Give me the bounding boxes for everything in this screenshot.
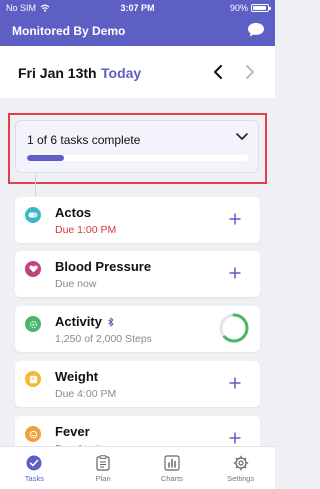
thermometer-icon xyxy=(25,426,41,442)
highlight-box xyxy=(8,113,267,184)
chevron-left-icon xyxy=(214,65,222,79)
tab-label: Tasks xyxy=(24,474,44,483)
bluetooth-icon xyxy=(108,317,114,326)
task-card-actos[interactable]: Actos Due 1:00 PM xyxy=(15,197,260,243)
tab-label: Settings xyxy=(227,474,255,483)
tab-label: Charts xyxy=(160,474,183,483)
page-title: Monitored By Demo xyxy=(12,24,126,38)
tab-plan[interactable]: Plan xyxy=(69,447,138,489)
task-name: Actos xyxy=(55,205,92,220)
task-name: Fever xyxy=(55,424,90,439)
plus-icon xyxy=(229,267,241,279)
current-date: Fri Jan 13th xyxy=(18,65,97,81)
next-day-button[interactable] xyxy=(240,61,260,83)
bar-chart-icon xyxy=(164,455,180,471)
add-task-button[interactable] xyxy=(224,372,246,394)
check-circle-icon xyxy=(26,455,42,471)
today-button[interactable]: Today xyxy=(101,65,141,81)
previous-day-button[interactable] xyxy=(208,61,228,83)
task-card-weight[interactable]: Weight Due 4:00 PM xyxy=(15,361,260,407)
activity-progress-ring xyxy=(219,313,249,343)
task-name: Activity xyxy=(55,314,114,329)
battery-icon xyxy=(251,4,271,12)
task-name: Blood Pressure xyxy=(55,259,152,274)
timeline-connector xyxy=(35,173,36,197)
chevron-right-icon xyxy=(246,65,254,79)
plus-icon xyxy=(229,213,241,225)
tab-charts[interactable]: Charts xyxy=(138,447,207,489)
status-bar: No SIM 3:07 PM 90% xyxy=(0,0,275,16)
scale-icon xyxy=(25,371,41,387)
plus-icon xyxy=(229,377,241,389)
task-name: Weight xyxy=(55,369,99,384)
app-header: No SIM 3:07 PM 90% Monitored By Demo xyxy=(0,0,275,46)
tab-label: Plan xyxy=(95,474,111,483)
battery-percent: 90% xyxy=(229,3,248,13)
task-steps: 1,250 of 2,000 Steps xyxy=(55,333,152,345)
activity-icon xyxy=(25,316,41,332)
tab-bar: Tasks Plan Charts Settings xyxy=(0,446,275,489)
tab-tasks[interactable]: Tasks xyxy=(0,447,69,489)
task-due: Due now xyxy=(55,278,97,290)
date-bar: Fri Jan 13th Today xyxy=(0,46,275,98)
clipboard-icon xyxy=(96,455,110,471)
plus-icon xyxy=(229,432,241,444)
task-card-blood-pressure[interactable]: Blood Pressure Due now xyxy=(15,251,260,297)
pill-icon xyxy=(25,207,41,223)
task-due: Due 1:00 PM xyxy=(55,224,117,236)
add-task-button[interactable] xyxy=(224,208,246,230)
task-card-activity[interactable]: Activity 1,250 of 2,000 Steps xyxy=(15,306,260,352)
tab-settings[interactable]: Settings xyxy=(206,447,275,489)
heart-icon xyxy=(25,261,41,277)
gear-icon xyxy=(233,455,248,471)
chat-icon[interactable] xyxy=(247,22,265,38)
add-task-button[interactable] xyxy=(224,262,246,284)
task-due: Due 4:00 PM xyxy=(55,388,117,400)
